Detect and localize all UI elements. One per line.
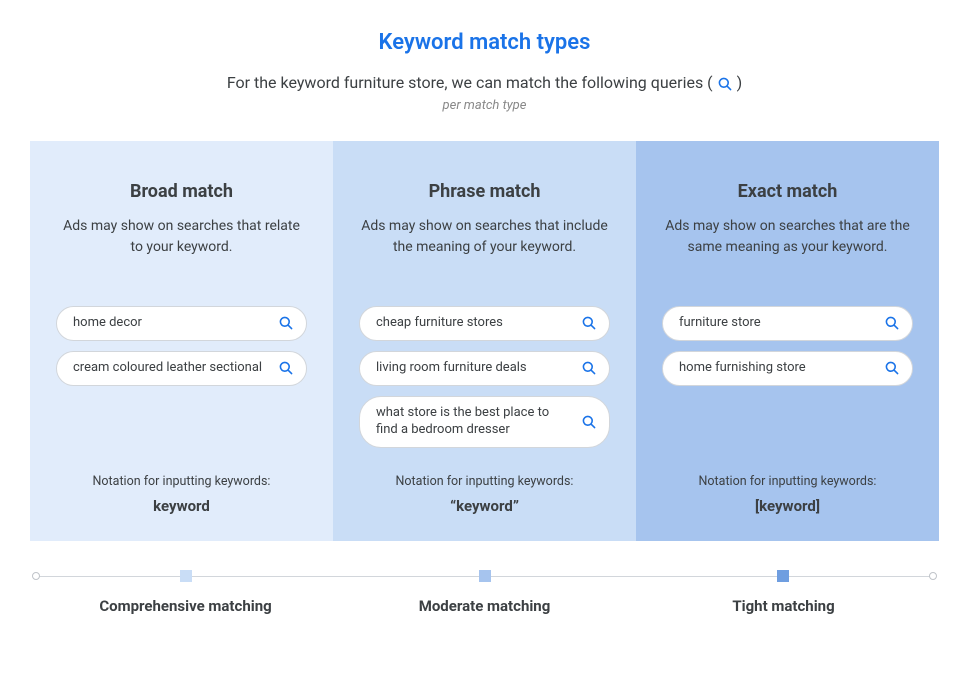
search-icon <box>278 315 294 331</box>
subtitle-suffix: ) <box>737 73 743 92</box>
phrase-notation-label: Notation for inputting keywords: <box>359 474 610 489</box>
exact-desc: Ads may show on searches that are the sa… <box>662 216 913 280</box>
broad-desc: Ads may show on searches that relate to … <box>56 216 307 280</box>
search-icon <box>278 360 294 376</box>
query-text: living room furniture deals <box>376 360 581 377</box>
query-pill: cheap furniture stores <box>359 306 610 341</box>
exact-title: Exact match <box>662 181 913 202</box>
exact-notation: [keyword] <box>662 497 913 515</box>
broad-notation-label: Notation for inputting keywords: <box>56 474 307 489</box>
subtitle: For the keyword furniture store, we can … <box>30 73 939 92</box>
page-title: Keyword match types <box>30 30 939 55</box>
phrase-title: Phrase match <box>359 181 610 202</box>
spectrum-labels: Comprehensive matching Moderate matching… <box>36 597 933 615</box>
search-icon <box>884 315 900 331</box>
query-text: cream coloured leather sectional <box>73 360 278 377</box>
spectrum-endcap-left <box>32 572 40 580</box>
subcaption: per match type <box>30 98 939 113</box>
query-text: home decor <box>73 315 278 332</box>
spectrum-line <box>36 569 933 583</box>
exact-queries: furniture store home furnishing store <box>662 306 913 456</box>
search-icon <box>581 315 597 331</box>
query-pill: cream coloured leather sectional <box>56 351 307 386</box>
broad-title: Broad match <box>56 181 307 202</box>
query-text: furniture store <box>679 315 884 332</box>
query-pill: furniture store <box>662 306 913 341</box>
spectrum-endcap-right <box>929 572 937 580</box>
column-exact-match: Exact match Ads may show on searches tha… <box>636 141 939 541</box>
column-broad-match: Broad match Ads may show on searches tha… <box>30 141 333 541</box>
phrase-queries: cheap furniture stores living room furni… <box>359 306 610 456</box>
column-phrase-match: Phrase match Ads may show on searches th… <box>333 141 636 541</box>
exact-notation-label: Notation for inputting keywords: <box>662 474 913 489</box>
search-icon <box>581 360 597 376</box>
search-icon <box>581 414 597 430</box>
spectrum-marker-exact <box>777 570 789 582</box>
match-type-panel: Broad match Ads may show on searches tha… <box>30 141 939 541</box>
phrase-notation: “keyword” <box>359 497 610 515</box>
broad-queries: home decor cream coloured leather sectio… <box>56 306 307 456</box>
phrase-desc: Ads may show on searches that include th… <box>359 216 610 280</box>
query-pill: what store is the best place to find a b… <box>359 396 610 448</box>
search-icon <box>884 360 900 376</box>
query-text: home furnishing store <box>679 360 884 377</box>
spectrum-marker-phrase <box>479 570 491 582</box>
query-pill: home furnishing store <box>662 351 913 386</box>
spectrum-marker-broad <box>180 570 192 582</box>
matching-spectrum: Comprehensive matching Moderate matching… <box>30 569 939 615</box>
spectrum-label-tight: Tight matching <box>634 597 933 615</box>
search-icon <box>717 76 733 92</box>
query-pill: living room furniture deals <box>359 351 610 386</box>
broad-notation: keyword <box>56 497 307 515</box>
subtitle-prefix: For the keyword furniture store, we can … <box>227 73 717 92</box>
query-text: cheap furniture stores <box>376 315 581 332</box>
query-pill: home decor <box>56 306 307 341</box>
spectrum-label-moderate: Moderate matching <box>335 597 634 615</box>
query-text: what store is the best place to find a b… <box>376 405 581 439</box>
spectrum-label-comprehensive: Comprehensive matching <box>36 597 335 615</box>
